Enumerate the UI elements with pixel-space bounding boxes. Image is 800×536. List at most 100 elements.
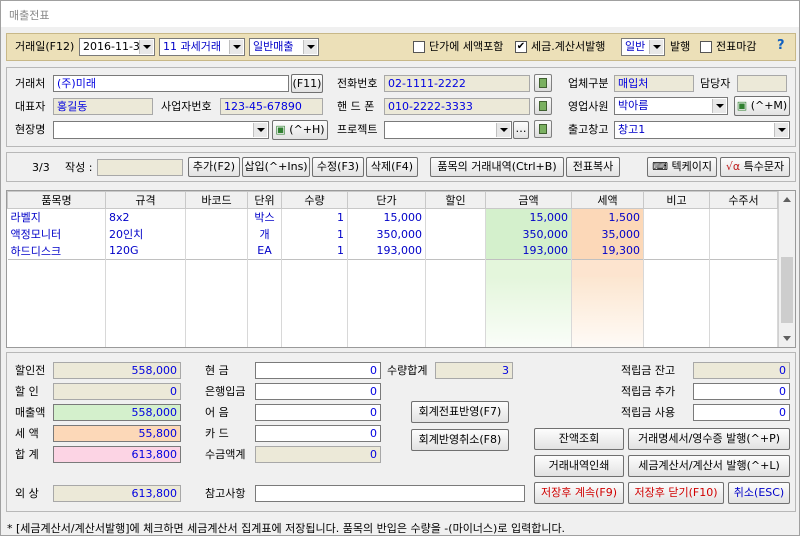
col-header[interactable]: 바코드 xyxy=(185,191,248,209)
tax-invoice-button[interactable]: 세금계산서/계산서 발행(^+L) xyxy=(628,455,790,477)
col-header[interactable]: 세액 xyxy=(571,191,644,209)
balance-button[interactable]: 잔액조회 xyxy=(534,428,624,450)
save-continue-button[interactable]: 저장후 계속(F9) xyxy=(534,482,624,504)
cell[interactable] xyxy=(709,208,778,226)
project-icon[interactable] xyxy=(534,120,552,138)
col-header[interactable]: 금액 xyxy=(485,191,572,209)
point-add-field[interactable]: 0 xyxy=(693,383,790,400)
mobile-field[interactable]: 010-2222-3333 xyxy=(384,98,530,115)
cell[interactable]: 라벨지 xyxy=(7,208,106,226)
copy-slip-button[interactable]: 전표복사 xyxy=(566,157,620,177)
cell[interactable]: 20인치 xyxy=(105,225,186,243)
cell[interactable]: 개 xyxy=(247,225,282,243)
point-balance-field[interactable]: 0 xyxy=(693,362,790,379)
cell[interactable]: 1 xyxy=(281,208,348,226)
customer-search-button[interactable]: (F11) xyxy=(291,74,323,93)
cell[interactable]: 액정모니터 xyxy=(7,225,106,243)
biz-class-field[interactable]: 매입처 xyxy=(614,75,694,92)
note-field[interactable]: 0 xyxy=(255,404,381,421)
scroll-thumb[interactable] xyxy=(781,257,793,323)
mobile-book-icon[interactable] xyxy=(534,97,552,115)
slip-close-checkbox[interactable] xyxy=(700,41,712,53)
cell[interactable]: 박스 xyxy=(247,208,282,226)
total-field[interactable]: 613,800 xyxy=(53,446,181,463)
history-print-button[interactable]: 거래내역인쇄 xyxy=(534,455,624,477)
chevron-down-icon[interactable] xyxy=(774,123,788,137)
phone-book-icon[interactable] xyxy=(534,74,552,92)
cell[interactable] xyxy=(425,208,486,226)
cell[interactable] xyxy=(643,225,710,243)
cell[interactable]: 1,500 xyxy=(571,208,644,226)
bank-field[interactable]: 0 xyxy=(255,383,381,400)
col-header[interactable]: 규격 xyxy=(105,191,186,209)
date-picker[interactable]: 2016-11-30 xyxy=(79,38,155,56)
bizno-field[interactable]: 123-45-67890 xyxy=(220,98,323,115)
grid-scrollbar[interactable] xyxy=(778,191,795,347)
phone-field[interactable]: 02-1111-2222 xyxy=(384,75,530,92)
card-field[interactable]: 0 xyxy=(255,425,381,442)
col-header[interactable]: 할인 xyxy=(425,191,486,209)
sales-rep-select[interactable]: 박아름 xyxy=(614,97,728,115)
discount-field[interactable]: 0 xyxy=(53,383,181,400)
cell[interactable]: 19,300 xyxy=(571,242,644,260)
cell[interactable]: 하드디스크 xyxy=(7,242,106,260)
cancel-button[interactable]: 취소(ESC) xyxy=(728,482,790,504)
manager-field[interactable] xyxy=(737,75,787,92)
cell[interactable]: 350,000 xyxy=(347,225,426,243)
col-header[interactable]: 품목명 xyxy=(7,191,106,209)
cell[interactable]: 15,000 xyxy=(485,208,572,226)
vat-included-checkbox[interactable] xyxy=(413,41,425,53)
cell[interactable] xyxy=(643,242,710,260)
cell[interactable]: 35,000 xyxy=(571,225,644,243)
help-icon[interactable]: ? xyxy=(777,39,785,53)
cell[interactable]: 1 xyxy=(281,225,348,243)
sales-field[interactable]: 558,000 xyxy=(53,404,181,421)
col-header[interactable]: 비고 xyxy=(643,191,710,209)
tax-type-select[interactable]: 11 과세거래 xyxy=(159,38,245,56)
invoice-checkbox[interactable]: ✔ xyxy=(515,41,527,53)
accounting-apply-button[interactable]: 회계전표반영(F7) xyxy=(411,401,509,423)
credit-field[interactable]: 613,800 xyxy=(53,485,181,502)
scroll-up-icon[interactable] xyxy=(783,197,791,202)
cell[interactable]: 8x2 xyxy=(105,208,186,226)
chevron-down-icon[interactable] xyxy=(229,40,243,54)
qty-total-field[interactable]: 3 xyxy=(435,362,513,379)
col-header[interactable]: 수량 xyxy=(281,191,348,209)
site-button[interactable]: ▣ (^+H) xyxy=(272,120,328,140)
col-header[interactable]: 단위 xyxy=(247,191,282,209)
cell[interactable]: 1 xyxy=(281,242,348,260)
sales-rep-button[interactable]: ▣ (^+M) xyxy=(734,96,790,116)
warehouse-select[interactable]: 창고1 xyxy=(614,121,790,139)
invoice-type-select[interactable]: 일반 xyxy=(621,38,665,56)
project-more-button[interactable]: … xyxy=(513,121,529,139)
writer-field[interactable] xyxy=(97,159,183,176)
cell[interactable] xyxy=(185,242,248,260)
tax-field[interactable]: 55,800 xyxy=(53,425,181,442)
cash-field[interactable]: 0 xyxy=(255,362,381,379)
scroll-down-icon[interactable] xyxy=(783,336,791,341)
accounting-cancel-button[interactable]: 회계반영취소(F8) xyxy=(411,429,509,451)
cell[interactable]: 193,000 xyxy=(347,242,426,260)
table-row[interactable]: 하드디스크 120G EA 1 193,000 193,000 19,300 xyxy=(7,242,778,260)
add-button[interactable]: 추가(F2) xyxy=(188,157,240,177)
ref-field[interactable] xyxy=(255,485,525,502)
cell[interactable] xyxy=(425,225,486,243)
cell[interactable] xyxy=(425,242,486,260)
special-char-button[interactable]: √α 특수문자 xyxy=(720,157,790,177)
delete-button[interactable]: 삭제(F4) xyxy=(366,157,418,177)
cell[interactable]: EA xyxy=(247,242,282,260)
items-grid[interactable]: 품목명 규격 바코드 단위 수량 단가 할인 금액 세액 비고 수주서 라벨지 … xyxy=(6,190,796,348)
col-header[interactable]: 수주서 xyxy=(709,191,778,209)
chevron-down-icon[interactable] xyxy=(649,40,663,54)
statement-button[interactable]: 거래명세서/영수증 발행(^+P) xyxy=(628,428,790,450)
chevron-down-icon[interactable] xyxy=(712,99,726,113)
cell[interactable] xyxy=(643,208,710,226)
chevron-down-icon[interactable] xyxy=(496,123,510,137)
table-row[interactable]: 액정모니터 20인치 개 1 350,000 350,000 35,000 xyxy=(7,225,778,243)
cell[interactable]: 120G xyxy=(105,242,186,260)
chevron-down-icon[interactable] xyxy=(303,40,317,54)
col-header[interactable]: 단가 xyxy=(347,191,426,209)
save-close-button[interactable]: 저장후 닫기(F10) xyxy=(628,482,724,504)
edit-button[interactable]: 수정(F3) xyxy=(312,157,364,177)
project-select[interactable] xyxy=(384,121,512,139)
